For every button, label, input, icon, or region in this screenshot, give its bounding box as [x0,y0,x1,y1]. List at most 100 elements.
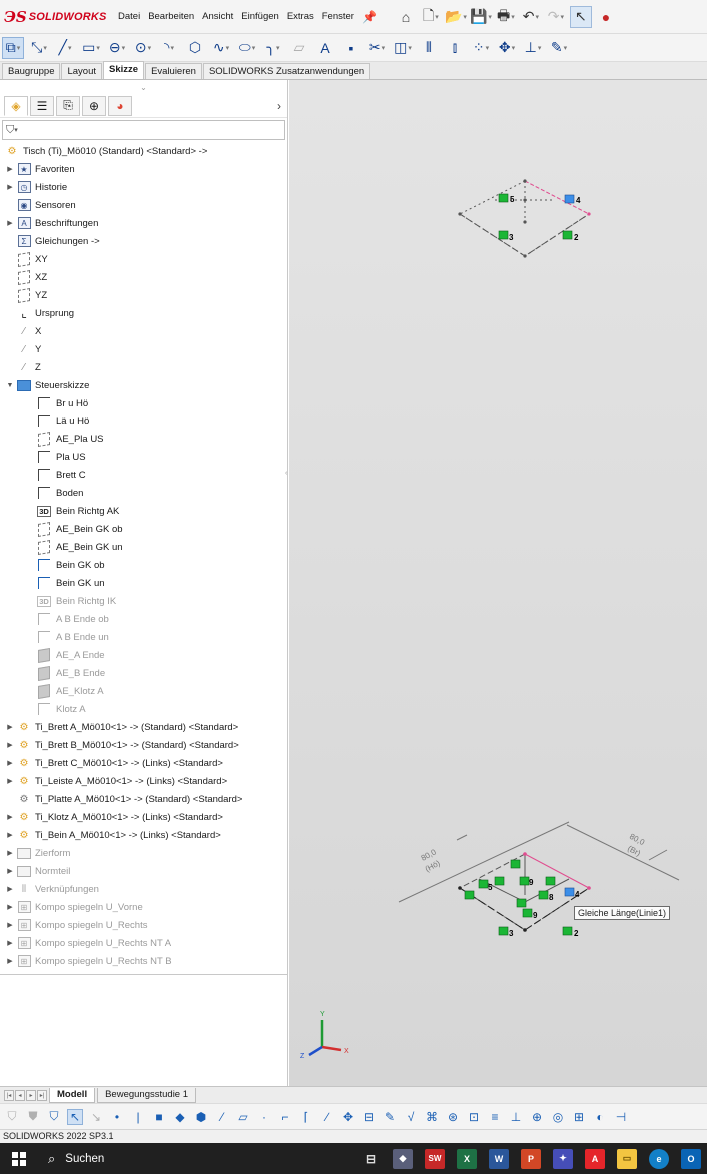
sketch-br-u-hoe[interactable]: Br u Hö [0,394,287,412]
check-filter-icon[interactable]: √ [403,1110,419,1124]
tree-item-x[interactable]: ⁄ X [0,322,287,340]
plane-ae-pla-us[interactable]: AE_Pla US [0,430,287,448]
plane-ae-a-ende[interactable]: AE_A Ende [0,646,287,664]
open-icon[interactable]: 📂 ▾ [445,6,467,28]
text-icon[interactable]: A [314,37,336,59]
select-pointer-icon[interactable]: ↖ [569,5,592,28]
component-platte-a[interactable]: ⚙ Ti_Platte A_Mö010<1> -> (Standard) <Sta… [0,790,287,808]
vertical-relation-icon[interactable]: | [130,1110,146,1124]
tree-item-ursprung[interactable]: ⌞ Ursprung [0,304,287,322]
tab-bewegungsstudie[interactable]: Bewegungsstudie 1 [97,1087,197,1103]
save-icon[interactable]: 💾 ▾ [470,6,492,28]
powerpoint-app-icon[interactable]: P [521,1148,541,1169]
tab-layout[interactable]: Layout [61,63,103,79]
offset-icon[interactable]: ⫴ [418,37,440,59]
edge-browser-icon[interactable]: e [649,1148,669,1169]
relation-filter-icon[interactable]: ⊥ [508,1110,524,1124]
expand-arrow-icon[interactable]: ▶ [4,885,16,893]
plane-ae-klotz-a[interactable]: AE_Klotz A [0,682,287,700]
menu-ansicht[interactable]: Ansicht [198,11,237,22]
filter-active-icon[interactable]: ⛉ [46,1109,62,1124]
render-filter-icon[interactable]: ◐ [592,1110,608,1124]
folder-normteil[interactable]: ▶ Normteil [0,862,287,880]
component-klotz-a[interactable]: ▶ ⚙ Ti_Klotz A_Mö010<1> -> (Links) <Standa… [0,808,287,826]
next-tab-icon[interactable]: ▸ [26,1089,36,1101]
undo-icon[interactable]: ↶ ▾ [520,6,542,28]
stack-filter-icon[interactable]: ⊞ [571,1110,587,1124]
solid-filter-icon[interactable]: ◆ [172,1110,188,1124]
tab-addins[interactable]: SOLIDWORKS Zusatzanwendungen [202,63,371,79]
home-icon[interactable]: ⌂ [395,6,417,28]
sketch-lae-u-hoe[interactable]: Lä u Hö [0,412,287,430]
pane-grip[interactable]: ⌄ [0,80,287,94]
balloon-filter-icon[interactable]: ◎ [550,1110,566,1124]
select-icon[interactable]: ↖ [67,1108,83,1125]
block-filter-icon[interactable]: ⊣ [613,1110,629,1124]
graphics-viewport[interactable]: 5 4 3 2 80,0 (Hö) 80,0 (Br) 5 9 4 8 9 3 … [289,80,707,1086]
dimension-filter-icon[interactable]: ⊟ [361,1110,377,1124]
tab-skizze[interactable]: Skizze [103,61,145,79]
expand-arrow-icon[interactable]: ▶ [4,957,16,965]
filter-toggle-icon[interactable]: ⛊ [25,1109,41,1124]
plane-ae-b-ende[interactable]: AE_B Ende [0,664,287,682]
repair-icon[interactable]: ✎ ▾ [548,37,570,59]
property-manager-tab-icon[interactable]: ☰ [30,95,54,116]
sketch-brett-c[interactable]: Brett C [0,466,287,484]
tree-item-xz[interactable]: XZ [0,268,287,286]
prev-tab-icon[interactable]: ◂ [15,1089,25,1101]
print-icon[interactable]: 🖶 ▾ [495,6,517,28]
select-other-icon[interactable]: ↘ [88,1110,104,1124]
taskbar-search[interactable]: ⌕ Suchen [48,1151,104,1167]
trim-icon[interactable]: ✂ ▾ [366,37,388,59]
expand-arrow-icon[interactable]: ▶ [4,939,16,947]
tree-item-historie[interactable]: ▶ ◷ Historie [0,178,287,196]
component-brett-b[interactable]: ▶ ⚙ Ti_Brett B_Mö010<1> -> (Standard) <Sta… [0,736,287,754]
mirror-u-rechts[interactable]: ▶ ⊞ Kompo spiegeln U_Rechts [0,916,287,934]
sketch-bein-gk-un[interactable]: Bein GK un [0,574,287,592]
tree-item-sensoren[interactable]: ◉ Sensoren [0,196,287,214]
expand-arrow-icon[interactable]: ▶ [4,183,16,191]
sketch3d-bein-richtg-ak[interactable]: 3D Bein Richtg AK [0,502,287,520]
fillet-icon[interactable]: ╮ ▾ [262,37,284,59]
first-tab-icon[interactable]: |◂ [4,1089,14,1101]
tree-filter[interactable]: ⛉ ▾ [2,120,285,140]
sketch-boden[interactable]: Boden [0,484,287,502]
component-brett-c[interactable]: ▶ ⚙ Ti_Brett C_Mö010<1> -> (Links) <Standa… [0,754,287,772]
filter-icon[interactable]: ⛉ [4,1109,20,1124]
plane-filter-icon[interactable]: ▱ [235,1110,251,1124]
smart-dimension-icon[interactable]: ⤡ ▾ [28,37,50,59]
relations-icon[interactable]: ⊥ ▾ [522,37,544,59]
menu-datei[interactable]: Datei [114,11,144,22]
convert-icon[interactable]: ◫ ▾ [392,37,414,59]
sketch-pla-us[interactable]: Pla US [0,448,287,466]
expand-arrow-icon[interactable]: ▶ [4,813,16,821]
expand-arrow-icon[interactable]: ▶ [4,777,16,785]
weld-filter-icon[interactable]: ⌘ [424,1110,440,1124]
last-tab-icon[interactable]: ▸| [37,1089,47,1101]
plane-ae-bein-gk-un[interactable]: AE_Bein GK un [0,538,287,556]
sketch3d-bein-richtg-ik[interactable]: 3D Bein Richtg IK [0,592,287,610]
solidworks-app-icon[interactable]: SW [425,1148,445,1169]
tree-item-favoriten[interactable]: ▶ ★ Favoriten [0,160,287,178]
windows-start-icon[interactable] [6,1146,32,1172]
axis-filter-icon[interactable]: ⁄ [214,1110,230,1124]
tolerance-filter-icon[interactable]: ≡ [487,1110,503,1124]
spline-icon[interactable]: ∿ ▾ [210,37,232,59]
tab-modell[interactable]: Modell [49,1087,96,1103]
polygon-icon[interactable]: ⬡ [184,37,206,59]
mirror-u-vorne[interactable]: ▶ ⊞ Kompo spiegeln U_Vorne [0,898,287,916]
vertex-filter-icon[interactable]: · [256,1110,272,1124]
sketch-filter-icon[interactable]: ⌈ [298,1110,314,1124]
tree-item-beschriftungen[interactable]: ▶ A Beschriftungen [0,214,287,232]
surface-filter-icon[interactable]: ⊛ [445,1110,461,1124]
expand-arrow-icon[interactable]: ▶ [4,903,16,911]
mirror-u-rechts-nt-a[interactable]: ▶ ⊞ Kompo spiegeln U_Rechts NT A [0,934,287,952]
edge-filter-icon[interactable]: ⌐ [277,1110,293,1124]
point-relation-icon[interactable]: • [109,1110,125,1124]
traffic-light-icon[interactable]: ● [595,6,617,28]
redo-icon[interactable]: ↷ ▾ [545,6,567,28]
line-icon[interactable]: ╱ ▾ [54,37,76,59]
tree-item-y[interactable]: ⁄ Y [0,340,287,358]
origin-filter-icon[interactable]: ✥ [340,1110,356,1124]
tree-item-steuerskizze[interactable]: ▼ Steuerskizze [0,376,287,394]
